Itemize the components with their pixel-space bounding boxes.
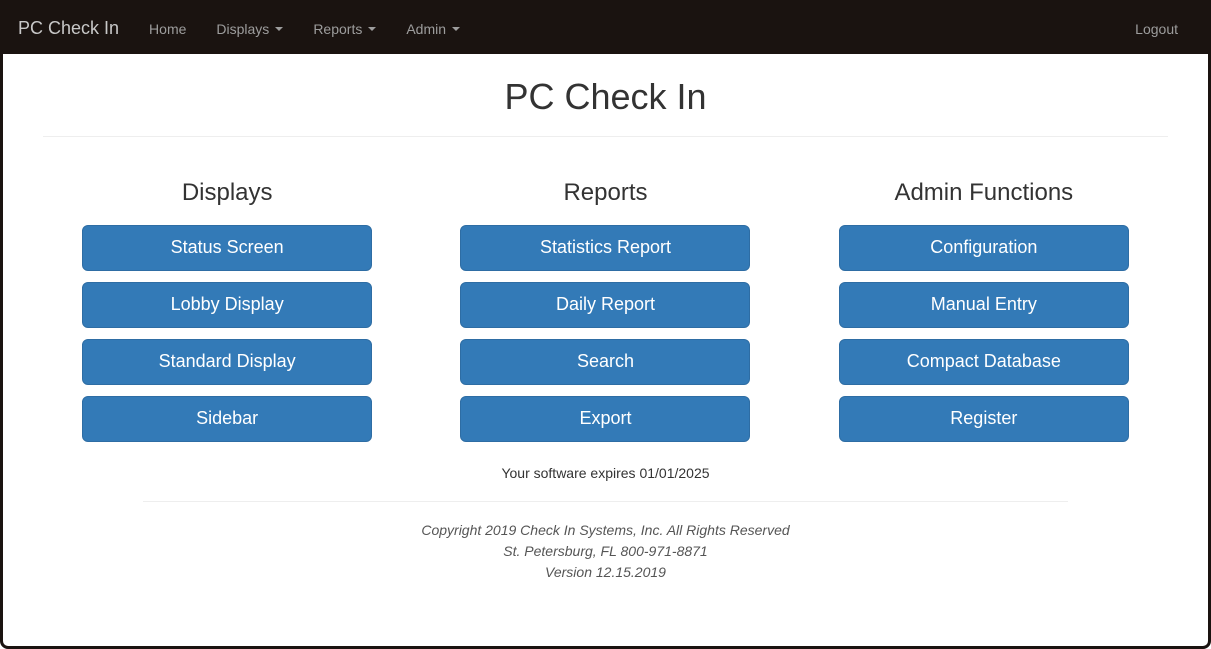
displays-heading: Displays (53, 179, 401, 207)
nav-reports-label: Reports (313, 21, 362, 37)
caret-down-icon (452, 27, 460, 31)
footer-divider (143, 501, 1068, 502)
export-button[interactable]: Export (460, 396, 750, 442)
nav-displays-label: Displays (216, 21, 269, 37)
displays-column: Displays Status Screen Lobby Display Sta… (53, 167, 401, 453)
admin-heading: Admin Functions (810, 179, 1158, 207)
status-screen-button[interactable]: Status Screen (82, 225, 372, 271)
caret-down-icon (275, 27, 283, 31)
button-columns-row: Displays Status Screen Lobby Display Sta… (43, 167, 1168, 453)
caret-down-icon (368, 27, 376, 31)
nav-admin-label: Admin (406, 21, 446, 37)
statistics-report-button[interactable]: Statistics Report (460, 225, 750, 271)
configuration-button[interactable]: Configuration (839, 225, 1129, 271)
nav-reports-dropdown[interactable]: Reports (298, 6, 391, 52)
top-navbar: PC Check In Home Displays Reports Admin (3, 3, 1208, 54)
register-button[interactable]: Register (839, 396, 1129, 442)
page-title: PC Check In (43, 76, 1168, 118)
reports-column: Reports Statistics Report Daily Report S… (431, 167, 779, 453)
daily-report-button[interactable]: Daily Report (460, 282, 750, 328)
navbar-left: PC Check In Home Displays Reports Admin (18, 3, 475, 54)
sidebar-button[interactable]: Sidebar (82, 396, 372, 442)
lobby-display-button[interactable]: Lobby Display (82, 282, 372, 328)
footer-copyright: Copyright 2019 Check In Systems, Inc. Al… (43, 520, 1168, 541)
navbar-brand[interactable]: PC Check In (18, 3, 134, 54)
title-divider (43, 136, 1168, 137)
footer: Copyright 2019 Check In Systems, Inc. Al… (43, 520, 1168, 583)
standard-display-button[interactable]: Standard Display (82, 339, 372, 385)
navbar-right: Logout (1120, 6, 1193, 52)
nav-links: Home Displays Reports Admin (134, 6, 475, 52)
nav-home[interactable]: Home (134, 6, 201, 52)
manual-entry-button[interactable]: Manual Entry (839, 282, 1129, 328)
main-container: PC Check In Displays Status Screen Lobby… (3, 76, 1208, 583)
admin-column: Admin Functions Configuration Manual Ent… (810, 167, 1158, 453)
footer-version: Version 12.15.2019 (43, 562, 1168, 583)
nav-admin-dropdown[interactable]: Admin (391, 6, 475, 52)
footer-location: St. Petersburg, FL 800-971-8871 (43, 541, 1168, 562)
compact-database-button[interactable]: Compact Database (839, 339, 1129, 385)
reports-heading: Reports (431, 179, 779, 207)
search-button[interactable]: Search (460, 339, 750, 385)
nav-displays-dropdown[interactable]: Displays (201, 6, 298, 52)
nav-logout[interactable]: Logout (1120, 6, 1193, 52)
expires-text: Your software expires 01/01/2025 (43, 465, 1168, 481)
